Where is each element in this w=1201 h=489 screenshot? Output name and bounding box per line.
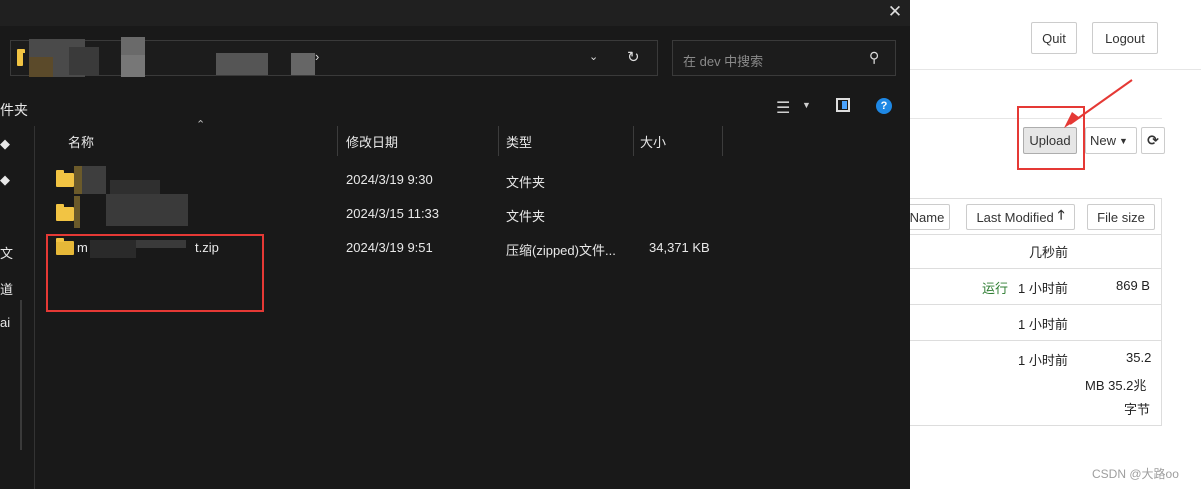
redacted-path: [216, 53, 268, 75]
view-dropdown-icon[interactable]: ▼: [802, 100, 811, 110]
redacted-filename: [74, 196, 80, 228]
column-separator[interactable]: [337, 126, 338, 156]
folder-icon: [17, 49, 25, 66]
running-status: 运行: [982, 281, 1009, 296]
row-modified: 1 小时前: [1018, 317, 1068, 332]
search-input[interactable]: 在 dev 中搜索 ⚲: [672, 40, 896, 76]
view-menu-icon[interactable]: ☰: [776, 98, 790, 118]
redacted-path: [121, 37, 145, 57]
row-divider: [905, 234, 1162, 235]
modified-column-header[interactable]: 修改日期: [346, 132, 398, 151]
divider: [910, 69, 1201, 70]
preview-pane-icon[interactable]: [836, 98, 850, 112]
redacted-path: [291, 53, 315, 75]
refresh-icon: ⟳: [1147, 132, 1159, 148]
folder-icon: [56, 204, 74, 221]
row-divider: [905, 304, 1162, 305]
refresh-button[interactable]: ⟳: [1141, 127, 1165, 154]
file-open-dialog: ✕ › ⌄ ↻ 在 dev 中搜索 ⚲ 件夹 ☰ ▼ ? ◆ ◆ 文 道 ai …: [0, 0, 910, 489]
row-modified: 1 小时前: [1018, 353, 1068, 368]
watermark: CSDN @大路oo: [1092, 467, 1179, 481]
row-modified: 几秒前: [1029, 245, 1069, 260]
file-size-column-header[interactable]: File size: [1087, 204, 1155, 230]
size-column-header[interactable]: 大小: [640, 132, 666, 151]
redacted-filename: [82, 166, 106, 194]
redacted-path: [29, 57, 53, 77]
nav-item[interactable]: 道: [0, 279, 13, 298]
redacted-path: [69, 47, 99, 75]
file-modified: 2024/3/19 9:30: [346, 172, 433, 187]
column-separator[interactable]: [722, 126, 723, 156]
quit-button[interactable]: Quit: [1031, 22, 1077, 54]
pin-icon: ◆: [0, 172, 10, 187]
last-modified-label: Last Modified: [976, 209, 1054, 225]
redacted-filename: [74, 166, 82, 194]
file-type: 文件夹: [506, 175, 546, 190]
row-size: 869 B: [1116, 278, 1150, 293]
row-divider: [905, 340, 1162, 341]
pin-icon: ◆: [0, 136, 10, 151]
nav-scrollbar[interactable]: [20, 300, 22, 450]
help-icon[interactable]: ?: [876, 98, 892, 114]
caret-down-icon: ▼: [1119, 135, 1128, 146]
type-column-header[interactable]: 类型: [506, 132, 532, 151]
zip-file-highlight-box: [46, 234, 264, 312]
close-icon[interactable]: ✕: [880, 0, 910, 24]
sort-up-arrow-icon: ⌃: [196, 119, 206, 131]
file-modified: 2024/3/19 9:51: [346, 240, 433, 255]
red-arrow-annotation: [1064, 79, 1133, 128]
row-size: 字节: [1124, 402, 1151, 417]
redacted-filename: [110, 180, 160, 194]
name-column-header[interactable]: 名称: [68, 132, 94, 151]
file-type: 文件夹: [506, 209, 546, 224]
row-divider: [905, 268, 1162, 269]
nav-item[interactable]: 文: [0, 243, 13, 262]
row-size: MB 35.2兆: [1085, 378, 1147, 393]
sort-up-arrow-icon: 🡑: [1057, 207, 1065, 222]
new-label: New: [1090, 133, 1117, 148]
preview-pane-fill: [842, 101, 847, 109]
refresh-icon[interactable]: ↻: [627, 48, 640, 66]
column-separator[interactable]: [498, 126, 499, 156]
dialog-titlebar: [0, 0, 910, 26]
last-modified-column-header[interactable]: Last Modified 🡑: [966, 204, 1075, 230]
redacted-filename: [106, 194, 188, 226]
column-separator[interactable]: [633, 126, 634, 156]
redacted-path: [121, 55, 145, 77]
nav-item[interactable]: ai: [0, 315, 10, 330]
search-icon[interactable]: ⚲: [869, 49, 879, 66]
address-bar[interactable]: › ⌄ ↻: [10, 37, 658, 77]
row-modified: 1 小时前: [1018, 281, 1068, 296]
row-size: 35.2: [1126, 350, 1152, 365]
file-modified: 2024/3/15 11:33: [346, 206, 440, 221]
name-column-header[interactable]: Name: [905, 204, 950, 230]
folder-label: 件夹: [0, 102, 28, 118]
chevron-down-icon[interactable]: ⌄: [589, 50, 598, 63]
chevron-right-icon[interactable]: ›: [315, 49, 319, 64]
search-placeholder: 在 dev 中搜索: [683, 54, 764, 69]
folder-icon: [56, 170, 74, 187]
file-type: 压缩(zipped)文件...: [506, 243, 616, 258]
logout-button[interactable]: Logout: [1092, 22, 1158, 54]
file-size: 34,371 KB: [649, 240, 710, 255]
